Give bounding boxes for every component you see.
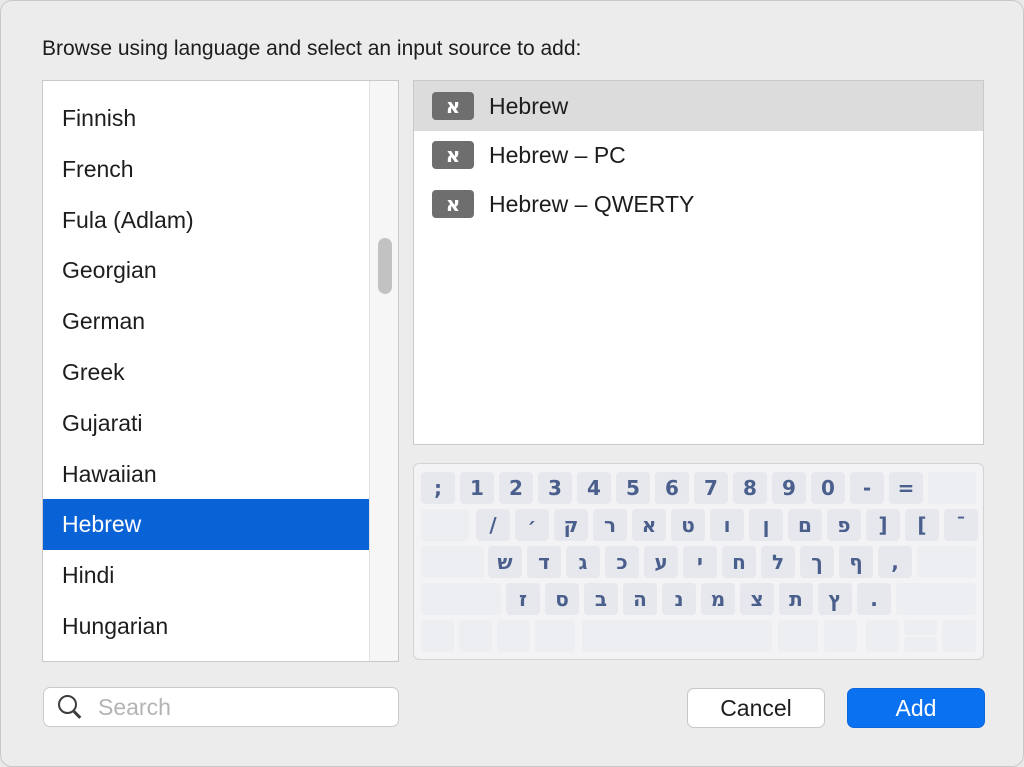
keyboard-key: ק <box>554 509 588 541</box>
keyboard-key: ; <box>421 472 455 504</box>
language-item-finnish[interactable]: Finnish <box>43 93 369 144</box>
hebrew-alef-icon: א <box>432 190 474 218</box>
keyboard-key: מ <box>701 583 735 615</box>
language-item-georgian[interactable]: Georgian <box>43 245 369 296</box>
language-item-hawaiian[interactable]: Hawaiian <box>43 449 369 500</box>
keyboard-key: ׳ <box>515 509 549 541</box>
language-item-greek[interactable]: Greek <box>43 347 369 398</box>
keyboard-key: 1 <box>460 472 494 504</box>
search-field[interactable] <box>43 687 399 727</box>
search-icon <box>56 693 84 721</box>
keyboard-key-return <box>917 546 976 578</box>
hebrew-alef-icon: א <box>432 92 474 120</box>
keyboard-key: 7 <box>694 472 728 504</box>
keyboard-key: א <box>632 509 666 541</box>
keyboard-layout-preview: ; 1 2 3 4 5 6 7 8 9 0- = / ׳ ק ר א ט ו ן ם פ][ˉ ש ד ג כ ע י ח ל ך ף, ז ס ב… <box>413 463 984 660</box>
keyboard-key: י <box>683 546 717 578</box>
keyboard-key: 8 <box>733 472 767 504</box>
keyboard-key: פ <box>827 509 861 541</box>
cancel-button[interactable]: Cancel <box>687 688 825 728</box>
keyboard-key: ך <box>800 546 834 578</box>
keyboard-key: 0 <box>811 472 845 504</box>
keyboard-key-shift-left <box>421 583 501 615</box>
keyboard-key: ץ <box>818 583 852 615</box>
keyboard-key: [ <box>905 509 939 541</box>
language-list[interactable]: Finnish French Fula (Adlam) Georgian Ger… <box>42 80 399 662</box>
search-input[interactable] <box>98 693 388 721</box>
keyboard-key: ע <box>644 546 678 578</box>
keyboard-key: ˉ <box>944 509 978 541</box>
keyboard-key: 3 <box>538 472 572 504</box>
keyboard-key: / <box>476 509 510 541</box>
keyboard-key: נ <box>662 583 696 615</box>
input-source-item-hebrew-qwerty[interactable]: א Hebrew – QWERTY <box>414 179 983 229</box>
language-item-hebrew[interactable]: Hebrew <box>43 499 369 551</box>
keyboard-key: ד <box>527 546 561 578</box>
keyboard-key-modifier <box>778 620 818 652</box>
keyboard-key: 6 <box>655 472 689 504</box>
keyboard-key: ן <box>749 509 783 541</box>
keyboard-key-modifier <box>824 620 857 652</box>
input-source-list[interactable]: א Hebrew א Hebrew – PC א Hebrew – QWERTY <box>413 80 984 445</box>
dialog-prompt: Browse using language and select an inpu… <box>42 37 582 60</box>
keyboard-key: 5 <box>616 472 650 504</box>
language-item-hungarian[interactable]: Hungarian <box>43 601 369 652</box>
keyboard-key: ף <box>839 546 873 578</box>
input-source-label: Hebrew – PC <box>489 141 626 168</box>
keyboard-key-arrow-down <box>904 637 937 652</box>
keyboard-key: ] <box>866 509 900 541</box>
hebrew-alef-icon: א <box>432 141 474 169</box>
keyboard-key: ט <box>671 509 705 541</box>
keyboard-key-arrow-up <box>904 620 937 635</box>
input-source-item-hebrew-pc[interactable]: א Hebrew – PC <box>414 130 983 180</box>
keyboard-key-modifier <box>535 620 575 652</box>
keyboard-key: ס <box>545 583 579 615</box>
language-list-scrollbar[interactable] <box>369 81 398 661</box>
language-item-fula-adlam[interactable]: Fula (Adlam) <box>43 195 369 246</box>
keyboard-key: ו <box>710 509 744 541</box>
keyboard-key-modifier <box>866 620 899 652</box>
keyboard-key: , <box>878 546 912 578</box>
language-item-german[interactable]: German <box>43 296 369 347</box>
keyboard-key-modifier <box>497 620 530 652</box>
keyboard-key: כ <box>605 546 639 578</box>
add-input-source-dialog: Browse using language and select an inpu… <box>0 0 1024 767</box>
keyboard-key: 2 <box>499 472 533 504</box>
input-source-label: Hebrew – QWERTY <box>489 190 695 217</box>
keyboard-key: ם <box>788 509 822 541</box>
keyboard-key: ת <box>779 583 813 615</box>
keyboard-key: ה <box>623 583 657 615</box>
keyboard-key-delete <box>928 472 976 504</box>
keyboard-key-shift-right <box>896 583 976 615</box>
keyboard-key: = <box>889 472 923 504</box>
input-source-label: Hebrew <box>489 92 569 119</box>
language-item-french[interactable]: French <box>43 144 369 195</box>
language-item-hindi[interactable]: Hindi <box>43 550 369 601</box>
keyboard-key: - <box>850 472 884 504</box>
keyboard-key: ר <box>593 509 627 541</box>
keyboard-key: ז <box>506 583 540 615</box>
keyboard-key-tab <box>421 509 469 541</box>
keyboard-key: ש <box>488 546 522 578</box>
keyboard-key: צ <box>740 583 774 615</box>
language-item-gujarati[interactable]: Gujarati <box>43 398 369 449</box>
keyboard-key-caps <box>421 546 484 578</box>
keyboard-key: ל <box>761 546 795 578</box>
keyboard-key: ח <box>722 546 756 578</box>
keyboard-key: ג <box>566 546 600 578</box>
keyboard-key: . <box>857 583 891 615</box>
keyboard-key-arrow-right <box>942 620 976 652</box>
keyboard-key: ב <box>584 583 618 615</box>
keyboard-key: 4 <box>577 472 611 504</box>
add-button[interactable]: Add <box>847 688 985 728</box>
keyboard-key-modifier <box>459 620 492 652</box>
input-source-item-hebrew[interactable]: א Hebrew <box>414 81 983 131</box>
keyboard-key: 9 <box>772 472 806 504</box>
language-list-scroll-thumb[interactable] <box>378 238 392 294</box>
keyboard-key-modifier <box>582 620 772 652</box>
keyboard-key-modifier <box>421 620 454 652</box>
